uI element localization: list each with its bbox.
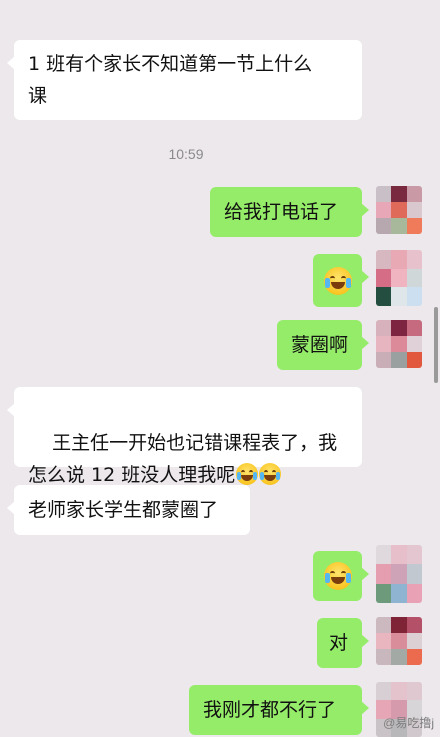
message-bubble-outgoing[interactable]: 蒙圈啊 bbox=[277, 320, 369, 370]
avatar[interactable] bbox=[376, 250, 422, 306]
message-bubble-incoming[interactable]: 王主任一开始也记错课程表了，我 怎么说 12 班没人理我呢 bbox=[7, 387, 362, 486]
avatar[interactable] bbox=[376, 186, 422, 234]
message-bubble-outgoing[interactable]: 我刚才都不行了 bbox=[189, 685, 369, 735]
laugh-cry-emoji-icon bbox=[324, 562, 352, 590]
message-bubble-incoming[interactable]: 1 班有个家长不知道第一节上什么 课 bbox=[7, 40, 362, 120]
message-bubble-outgoing[interactable]: 对 bbox=[317, 618, 369, 668]
message-bubble-incoming[interactable]: 老师家长学生都蒙圈了 bbox=[7, 485, 250, 535]
message-bubble-outgoing[interactable]: 给我打电话了 bbox=[210, 187, 369, 237]
avatar[interactable] bbox=[376, 545, 422, 603]
avatar[interactable] bbox=[376, 617, 422, 665]
timestamp: 10:59 bbox=[168, 146, 204, 162]
message-text: 王主任一开始也记错课程表了，我 怎么说 12 班没人理我呢 bbox=[28, 432, 338, 486]
message-bubble-outgoing[interactable] bbox=[313, 254, 369, 307]
laugh-cry-emoji-icon bbox=[259, 463, 282, 485]
watermark: @易吃撸j bbox=[383, 716, 434, 730]
avatar[interactable] bbox=[376, 320, 422, 368]
chat-area[interactable]: 1 班有个家长不知道第一节上什么 课 10:59 给我打电话了 蒙圈啊 王主任一… bbox=[0, 0, 440, 737]
message-bubble-outgoing[interactable] bbox=[313, 551, 369, 601]
scrollbar[interactable] bbox=[434, 307, 438, 383]
laugh-cry-emoji-icon bbox=[324, 266, 352, 295]
laugh-cry-emoji-icon bbox=[236, 463, 259, 485]
